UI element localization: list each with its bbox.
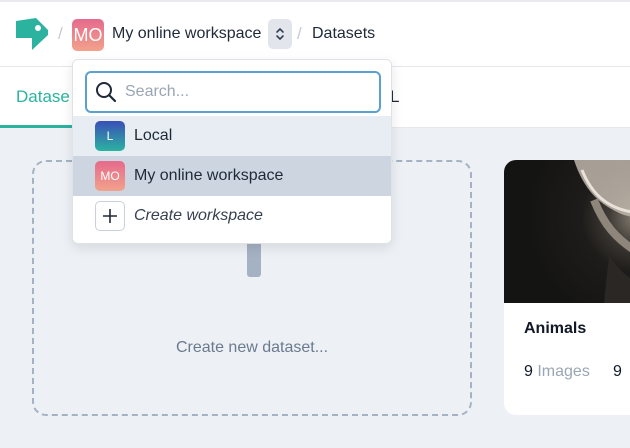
dataset-card[interactable]: Animals 9 Images 9 <box>504 160 630 415</box>
workspace-avatar: MO <box>95 161 125 191</box>
workspace-name[interactable]: My online workspace <box>112 25 261 43</box>
workspace-switcher-button[interactable] <box>268 19 292 49</box>
workspace-avatar: L <box>95 121 125 151</box>
chevron-up-down-icon <box>276 28 284 40</box>
dataset-name: Animals <box>524 320 587 337</box>
animal-photo <box>574 160 630 303</box>
workspace-option-online[interactable]: MO My online workspace <box>73 156 391 196</box>
workspace-avatar[interactable]: MO <box>72 19 104 51</box>
breadcrumb-separator: / <box>58 24 63 43</box>
app-logo-icon[interactable] <box>15 17 49 51</box>
top-border <box>0 0 630 2</box>
stat-count: 9 <box>613 363 622 380</box>
dataset-stat-images: 9 Images <box>524 363 590 381</box>
workspace-option-label: Local <box>134 127 173 144</box>
workspace-search[interactable] <box>85 71 381 113</box>
stat-label: Images <box>537 363 590 380</box>
dataset-stat-secondary: 9 <box>613 363 622 381</box>
create-workspace-option[interactable]: Create workspace <box>73 196 391 236</box>
plus-icon <box>95 201 125 231</box>
breadcrumb-page[interactable]: Datasets <box>312 25 375 43</box>
search-icon <box>96 82 117 103</box>
workspace-dropdown: L Local MO My online workspace Create wo… <box>72 59 392 244</box>
breadcrumb-separator: / <box>297 24 302 43</box>
create-dataset-label: Create new dataset... <box>175 339 329 356</box>
top-bar: / MO My online workspace / Datasets <box>0 0 630 67</box>
dataset-thumbnail <box>504 160 630 303</box>
stat-count: 9 <box>524 363 533 380</box>
workspace-option-local[interactable]: L Local <box>73 116 391 156</box>
tab-datasets[interactable]: Datase <box>16 87 70 107</box>
create-workspace-label: Create workspace <box>134 207 263 224</box>
search-input[interactable] <box>125 79 375 105</box>
workspace-option-label: My online workspace <box>134 167 284 184</box>
